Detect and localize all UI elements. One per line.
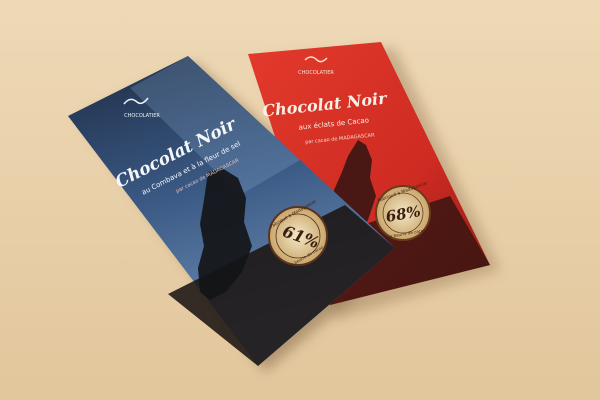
blue-bar-brand: CHOCOLATIER bbox=[124, 113, 160, 119]
chocolate-photo-scene: CHOCOLATIER Chocolat Noir aux éclats de … bbox=[0, 0, 600, 400]
red-bar-brand: CHOCOLATIER bbox=[298, 70, 334, 76]
